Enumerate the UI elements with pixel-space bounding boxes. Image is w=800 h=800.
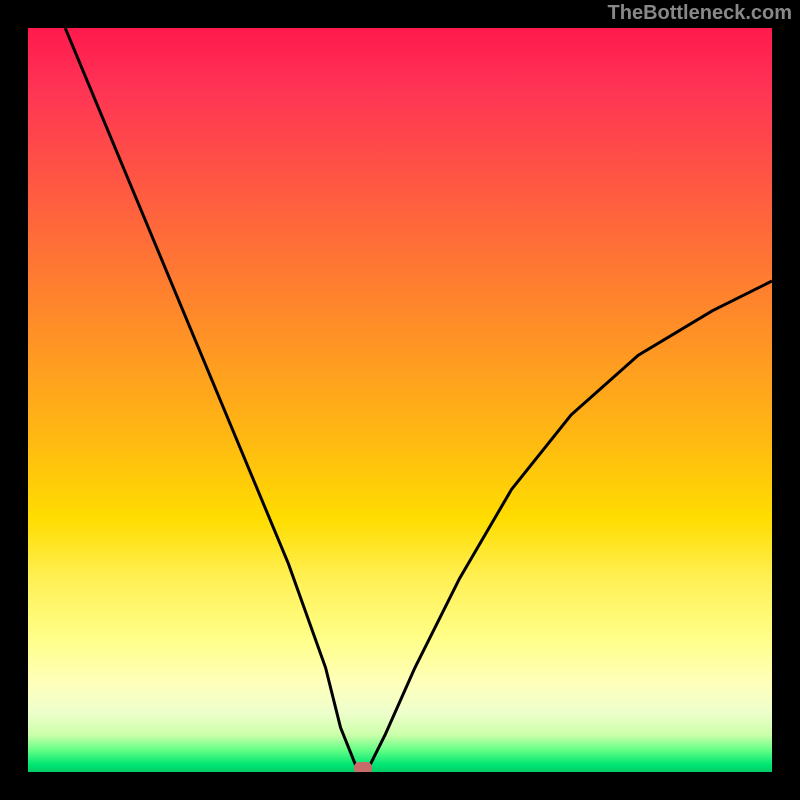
- chart-container: TheBottleneck.com: [0, 0, 800, 800]
- bottleneck-curve: [65, 28, 772, 772]
- watermark-text: TheBottleneck.com: [608, 2, 792, 25]
- plot-area: [28, 28, 772, 772]
- curve-svg: [28, 28, 772, 772]
- optimal-point-marker: [354, 762, 372, 772]
